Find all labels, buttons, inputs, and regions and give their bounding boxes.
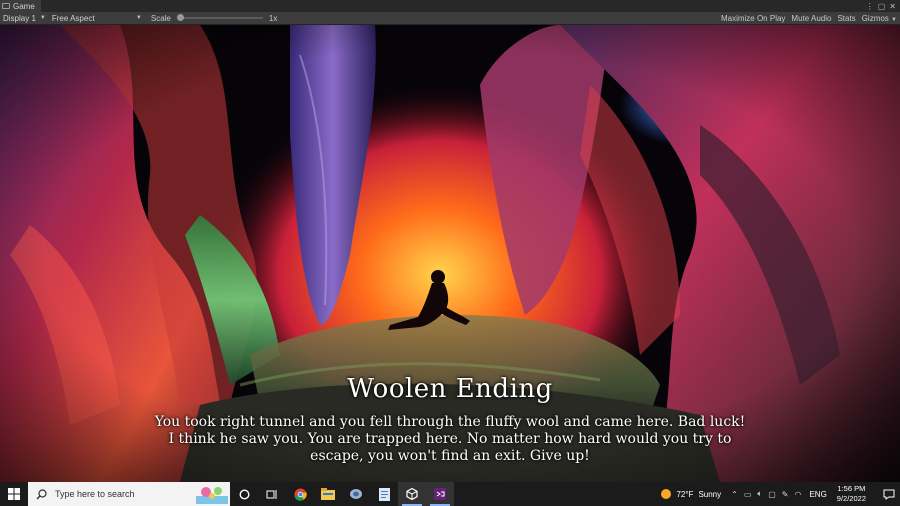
ending-text-overlay: Woolen Ending You took right tunnel and … — [0, 374, 900, 465]
cortana-button[interactable] — [230, 482, 258, 506]
game-view-icon — [2, 3, 10, 9]
network-icon[interactable]: ▭ — [744, 490, 752, 499]
taskbar-app-visual-studio[interactable] — [426, 482, 454, 506]
notepad-icon — [378, 487, 390, 501]
task-view-button[interactable] — [258, 482, 286, 506]
gizmos-dropdown[interactable]: Gizmos ▼ — [862, 14, 897, 23]
tab-game-label: Game — [13, 1, 35, 11]
start-button[interactable] — [0, 482, 28, 506]
taskbar-app-unity[interactable] — [398, 482, 426, 506]
taskbar-app-notepad[interactable] — [370, 482, 398, 506]
weather-temperature: 72°F — [676, 489, 694, 499]
close-icon[interactable]: ✕ — [889, 2, 896, 11]
tab-game[interactable]: Game — [0, 0, 41, 12]
display-dropdown[interactable]: Display 1 ▼ — [0, 14, 49, 23]
app-icon — [350, 489, 362, 499]
taskbar-app-chrome[interactable] — [286, 482, 314, 506]
visual-studio-icon — [434, 488, 446, 500]
file-explorer-icon — [321, 488, 335, 500]
toolbar-toggles: Maximize On Play Mute Audio Stats Gizmos… — [721, 14, 900, 23]
notification-icon — [883, 489, 895, 500]
wifi-icon[interactable]: ◠ — [794, 490, 801, 499]
mute-audio-toggle[interactable]: Mute Audio — [791, 14, 831, 23]
ending-description: You took right tunnel and you fell throu… — [154, 414, 746, 464]
taskbar-clock[interactable]: 1:56 PM 9/2/2022 — [837, 484, 878, 504]
unity-icon — [406, 488, 418, 500]
language-indicator[interactable]: ENG — [809, 490, 836, 499]
clock-date: 9/2/2022 — [836, 494, 866, 503]
scale-value: 1x — [268, 13, 278, 23]
chrome-icon — [293, 487, 307, 501]
search-icon — [36, 488, 47, 499]
editor-tab-bar: Game ⋮ ▢ ✕ — [0, 0, 900, 12]
chevron-down-icon: ▼ — [891, 16, 897, 23]
taskbar-app-file-explorer[interactable] — [314, 482, 342, 506]
chevron-down-icon: ▼ — [135, 15, 142, 21]
volume-icon[interactable]: 🔈︎ — [757, 489, 762, 499]
taskbar-app-tool[interactable] — [342, 482, 370, 506]
scale-control: Scale 1x — [151, 14, 277, 23]
aspect-dropdown[interactable]: Free Aspect ▼ — [49, 14, 145, 23]
pen-icon[interactable]: ✎ — [782, 490, 789, 499]
notifications-button[interactable] — [878, 489, 900, 500]
windows-taskbar: Type here to search 72°F Sunny ⌃ ▭ 🔈︎ ▢ … — [0, 482, 900, 506]
aspect-dropdown-label: Free Aspect — [51, 13, 95, 23]
sun-icon — [661, 489, 672, 499]
tab-controls: ⋮ ▢ ✕ — [866, 2, 900, 11]
maximize-icon[interactable]: ▢ — [878, 2, 886, 11]
system-tray: 72°F Sunny ⌃ ▭ 🔈︎ ▢ ✎ ◠ ENG 1:56 PM 9/2/… — [661, 482, 900, 506]
stats-toggle[interactable]: Stats — [837, 14, 855, 23]
scale-slider-handle[interactable] — [176, 14, 184, 21]
windows-logo-icon — [8, 488, 20, 500]
display-icon[interactable]: ▢ — [768, 490, 776, 499]
gizmos-label: Gizmos — [861, 13, 889, 23]
tray-icons: ⌃ ▭ 🔈︎ ▢ ✎ ◠ — [731, 489, 809, 499]
display-dropdown-label: Display 1 — [3, 13, 36, 23]
chevron-down-icon: ▼ — [39, 15, 46, 21]
cortana-icon — [238, 488, 250, 500]
weather-widget[interactable]: 72°F Sunny — [661, 489, 731, 499]
game-viewport[interactable]: Woolen Ending You took right tunnel and … — [0, 25, 900, 482]
taskbar-search-box[interactable]: Type here to search — [28, 482, 230, 506]
search-placeholder: Type here to search — [55, 489, 135, 499]
clock-time: 1:56 PM — [837, 484, 866, 493]
scale-slider[interactable] — [176, 14, 263, 21]
search-highlight-icon — [196, 487, 228, 504]
chevron-up-icon[interactable]: ⌃ — [731, 490, 738, 499]
ending-title: Woolen Ending — [347, 374, 553, 404]
game-toolbar: Display 1 ▼ Free Aspect ▼ Scale 1x Maxim… — [0, 12, 900, 25]
task-view-icon — [266, 489, 277, 499]
kebab-menu-icon[interactable]: ⋮ — [866, 2, 874, 11]
maximize-on-play-toggle[interactable]: Maximize On Play — [721, 14, 785, 23]
weather-description: Sunny — [698, 489, 722, 499]
scale-label: Scale — [150, 13, 171, 23]
